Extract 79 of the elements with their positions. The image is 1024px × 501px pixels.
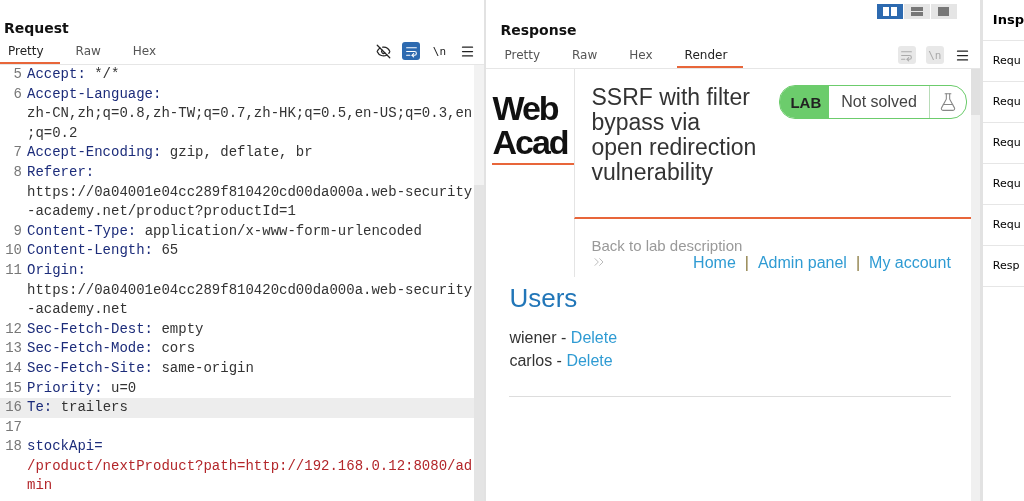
- header-value: gzip, deflate, br: [169, 144, 313, 161]
- lab-title: SSRF with filter bypass via open redirection vulnerability: [591, 85, 758, 187]
- header-value: ;q=0.2: [27, 124, 78, 141]
- tab[interactable]: Pretty: [496, 42, 557, 68]
- tab[interactable]: Hex: [124, 38, 173, 64]
- inspector-item[interactable]: Requ: [982, 123, 1024, 164]
- newline-button[interactable]: \n: [430, 42, 449, 60]
- inspector-item[interactable]: Requ: [982, 164, 1024, 205]
- line-number: 16: [4, 398, 23, 418]
- scrollbar[interactable]: [474, 65, 485, 501]
- page-heading: Users: [509, 283, 579, 314]
- line-number: 5: [12, 65, 23, 84]
- header-value: zh-CN,zh;q=0.8,zh-TW;q=0.7,zh-HK;q=0.5,en-US;q=0.3,en: [27, 105, 473, 122]
- param-name: stockApi=: [27, 438, 103, 455]
- header-name: Sec-Fetch-Mode:: [27, 340, 154, 357]
- layout-button[interactable]: [930, 4, 958, 19]
- tab[interactable]: Hex: [621, 42, 669, 68]
- header-name: Accept-Language:: [27, 85, 162, 102]
- panel-title: Request: [3, 19, 70, 38]
- username: wiener -: [509, 329, 567, 346]
- tab[interactable]: Raw: [67, 38, 117, 64]
- wrap-button[interactable]: [402, 42, 421, 60]
- header-value: same-origin: [161, 359, 254, 376]
- tab[interactable]: Render: [676, 42, 744, 68]
- header-value: -academy.net/product?productId=1: [27, 203, 296, 220]
- layout-button[interactable]: [876, 4, 904, 19]
- username: carlos -: [509, 352, 562, 369]
- header-name: Priority:: [27, 379, 103, 396]
- line-number: 17: [4, 417, 23, 437]
- header-value: 65: [161, 242, 179, 259]
- line-number: 12: [4, 319, 23, 339]
- inspector-item[interactable]: Resp: [982, 246, 1024, 287]
- scrollbar[interactable]: [970, 69, 980, 501]
- logo: Web Acad: [492, 69, 575, 165]
- header-name: Referer:: [27, 163, 95, 180]
- header-value: min: [27, 477, 53, 494]
- header-value: empty: [161, 320, 204, 337]
- line-number: 15: [4, 378, 23, 398]
- tab[interactable]: Raw: [564, 42, 614, 68]
- line-number: 11: [4, 260, 23, 280]
- header-name: Content-Type:: [27, 222, 137, 239]
- header-value: cors: [161, 340, 196, 357]
- line-number: 7: [12, 143, 23, 163]
- inspector-item[interactable]: Requ: [982, 41, 1024, 82]
- inspector-item[interactable]: Requ: [982, 82, 1024, 123]
- line-number: 14: [4, 358, 23, 378]
- split-view-icon: [882, 7, 897, 16]
- single-view-icon: [938, 7, 950, 16]
- inspector-item[interactable]: Requ: [982, 205, 1024, 246]
- line-number: 8: [12, 162, 23, 182]
- header-name: Te:: [27, 399, 53, 416]
- header-value: u=0: [111, 379, 137, 396]
- header-name: Content-Length:: [27, 242, 154, 259]
- panel-title: Insp: [982, 0, 1024, 41]
- tab[interactable]: Pretty: [0, 38, 60, 64]
- nav-separator: |: [744, 254, 749, 272]
- header-name: Sec-Fetch-Site:: [27, 359, 154, 376]
- header-value: https://0a04001e04cc289f810420cd00da000a.web-security: [27, 183, 473, 200]
- nav-separator: |: [855, 254, 861, 272]
- panel-title: Response: [499, 21, 578, 40]
- line-number: 13: [4, 339, 23, 359]
- stacked-view-icon: [910, 7, 923, 16]
- header-value: */*: [94, 66, 120, 82]
- line-number: 10: [4, 241, 23, 261]
- layout-button[interactable]: [903, 4, 931, 19]
- header-name: Sec-Fetch-Dest:: [27, 320, 154, 337]
- hide-icon[interactable]: [374, 42, 393, 60]
- header-value: application/x-www-form-urlencoded: [144, 222, 422, 239]
- lab-status-badge: LAB Not solved: [779, 85, 967, 119]
- header-value: https://0a04001e04cc289f810420cd00da000a.web-security: [27, 281, 473, 298]
- header-value: trailers: [60, 399, 128, 416]
- header-name: Accept:: [27, 66, 86, 82]
- header-name: Origin:: [27, 261, 86, 278]
- header-value: /product/nextProduct?path=http://192.168.0.12:8080/ad: [27, 457, 473, 474]
- header-value: -academy.net: [27, 301, 128, 318]
- header-name: Accept-Encoding:: [27, 144, 162, 161]
- line-number: 18: [4, 437, 23, 457]
- line-number: 6: [12, 84, 23, 104]
- line-number: 9: [12, 221, 23, 241]
